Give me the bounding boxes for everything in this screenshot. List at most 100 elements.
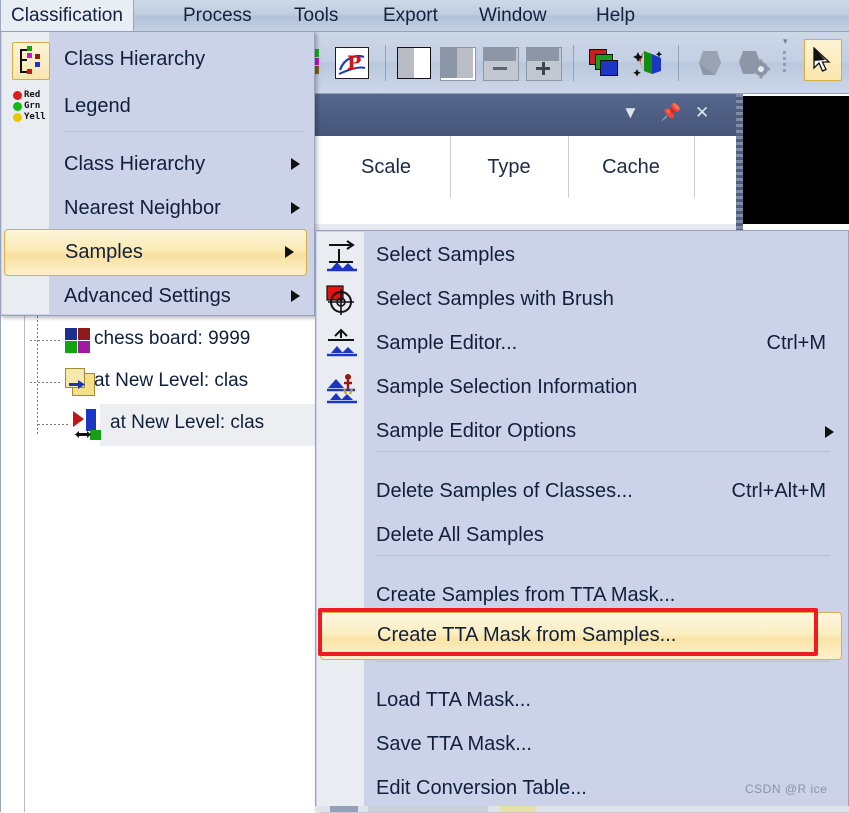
toolbar-clipped-icon [315,47,321,79]
tree-branch-line [38,424,68,425]
menu-item-label: Save TTA Mask... [376,733,532,755]
tab-cache[interactable]: Cache [568,136,695,198]
tree-row[interactable]: at New Level: clas [22,362,315,404]
menu-separator [63,131,303,132]
menu-item-class-hierarchy-submenu[interactable]: Class Hierarchy [2,141,314,188]
tree-row[interactable]: chess board: 9999 [22,320,315,362]
close-icon[interactable]: ✕ [695,103,709,123]
remove-view-button[interactable] [483,47,519,81]
menu-item-legend[interactable]: Red Grn Yell Legend [2,83,314,130]
menubar-item-process[interactable]: Process [172,0,263,31]
color-composition-button[interactable] [630,47,664,79]
menu-item-label: Create Samples from TTA Mask... [376,584,676,606]
classify-icon [73,409,105,441]
menu-separator [375,661,830,662]
object-shape-button[interactable] [693,47,727,79]
menu-item-label: Nearest Neighbor [64,197,221,219]
menu-item-label: Legend [64,95,131,117]
add-view-button[interactable] [526,47,562,81]
menu-separator [375,555,830,556]
menu-item-delete-all-samples[interactable]: Delete All Samples [317,512,848,560]
arrow-cursor-icon [813,47,831,72]
menubar-item-window[interactable]: Window [468,0,558,31]
menu-item-shortcut: Ctrl+M [766,332,826,354]
select-samples-icon [325,240,359,272]
menu-bar: Classification Process Tools Export Wind… [0,0,849,32]
menu-item-sample-selection-information[interactable]: Sample Selection Information [317,364,848,412]
menu-separator [375,451,830,452]
menu-item-class-hierarchy-window[interactable]: Class Hierarchy [2,36,314,83]
sample-editor-icon [325,328,359,360]
menu-item-delete-samples-of-classes[interactable]: Delete Samples of Classes... Ctrl+Alt+M [317,468,848,516]
tree-row[interactable]: at New Level: clas [38,404,315,446]
panel-resize-grip[interactable] [736,94,743,242]
menu-item-label: Class Hierarchy [64,48,206,70]
menu-item-nearest-neighbor[interactable]: Nearest Neighbor [2,185,314,232]
chevron-right-icon [291,158,300,170]
classification-menu: Class Hierarchy Red Grn Yell Legend Clas… [0,31,315,316]
sample-info-icon [325,372,359,404]
menu-item-label: Load TTA Mask... [376,689,531,711]
panel-title-bar: ▼ 📌 ✕ [315,94,736,136]
menubar-item-tools[interactable]: Tools [283,0,349,31]
side-by-side-view-button[interactable] [440,47,476,81]
brush-select-icon [325,284,359,316]
image-view-canvas [743,96,849,224]
bottom-strip-segment [500,806,536,812]
menu-item-label: Select Samples with Brush [376,288,614,310]
class-hierarchy-icon [12,42,50,80]
rgb-sparkle-icon [633,51,663,77]
menu-item-load-tta-mask[interactable]: Load TTA Mask... [317,677,848,725]
toolbar-overflow-chevron[interactable]: ▾ [783,36,788,47]
chevron-right-icon [825,426,834,438]
menu-item-label: Sample Editor Options [376,420,577,442]
bottom-strip-segment [330,806,358,812]
copy-layer-icon [65,368,95,398]
menu-item-shortcut: Ctrl+Alt+M [731,480,826,502]
layer-stack-button[interactable] [587,47,621,79]
panel-tab-row: Scale Type Cache [315,136,736,226]
toolbar-separator [573,45,574,81]
menubar-item-help[interactable]: Help [585,0,646,31]
bottom-strip-segment [368,806,488,812]
cube-gear-icon [739,51,771,79]
menubar-item-export[interactable]: Export [372,0,449,31]
split-view-button[interactable] [397,47,431,79]
tree-branch-line [30,382,60,383]
arrow-cursor-tool-button[interactable] [804,39,842,81]
tab-scale[interactable]: Scale [322,136,451,198]
menu-item-select-samples[interactable]: Select Samples [317,232,848,280]
menu-item-select-samples-with-brush[interactable]: Select Samples with Brush [317,276,848,324]
tab-type[interactable]: Type [450,136,569,198]
menu-item-advanced-settings[interactable]: Advanced Settings [2,273,314,320]
object-settings-button[interactable] [736,47,771,79]
tab-extra[interactable] [694,136,736,198]
menu-item-save-tta-mask[interactable]: Save TTA Mask... [317,721,848,769]
menu-item-sample-editor[interactable]: Sample Editor... Ctrl+M [317,320,848,368]
p-tool-button[interactable]: P [335,47,369,79]
svg-text:P: P [347,52,361,74]
menu-item-label: Samples [65,241,143,263]
tree-row-label: at New Level: clas [94,370,249,391]
menu-item-samples[interactable]: Samples [4,229,307,276]
toolbar-separator [678,45,679,81]
menu-item-label: Class Hierarchy [64,153,206,175]
tree-row-label: at New Level: clas [110,412,265,433]
legend-icon: Red Grn Yell [13,90,47,123]
menu-item-label: Delete Samples of Classes... [376,480,633,502]
panel-dropdown-icon[interactable]: ▼ [622,103,639,123]
menu-item-label: Advanced Settings [64,285,231,307]
toolbar: P [315,31,849,94]
menu-item-label: Sample Selection Information [376,376,638,398]
samples-submenu: Select Samples Select Samples with Brush [315,230,849,812]
four-color-squares-icon [65,328,91,354]
menu-item-label: Edit Conversion Table... [376,777,587,799]
cube-icon [699,51,721,75]
toolbar-overflow-grip[interactable] [783,51,786,75]
tree-row-label: chess board: 9999 [94,328,251,349]
pin-icon[interactable]: 📌 [660,103,681,123]
menu-item-sample-editor-options[interactable]: Sample Editor Options [317,408,848,456]
chevron-right-icon [285,246,294,258]
menu-item-label: Select Samples [376,244,515,266]
menubar-item-classification[interactable]: Classification [0,0,134,31]
